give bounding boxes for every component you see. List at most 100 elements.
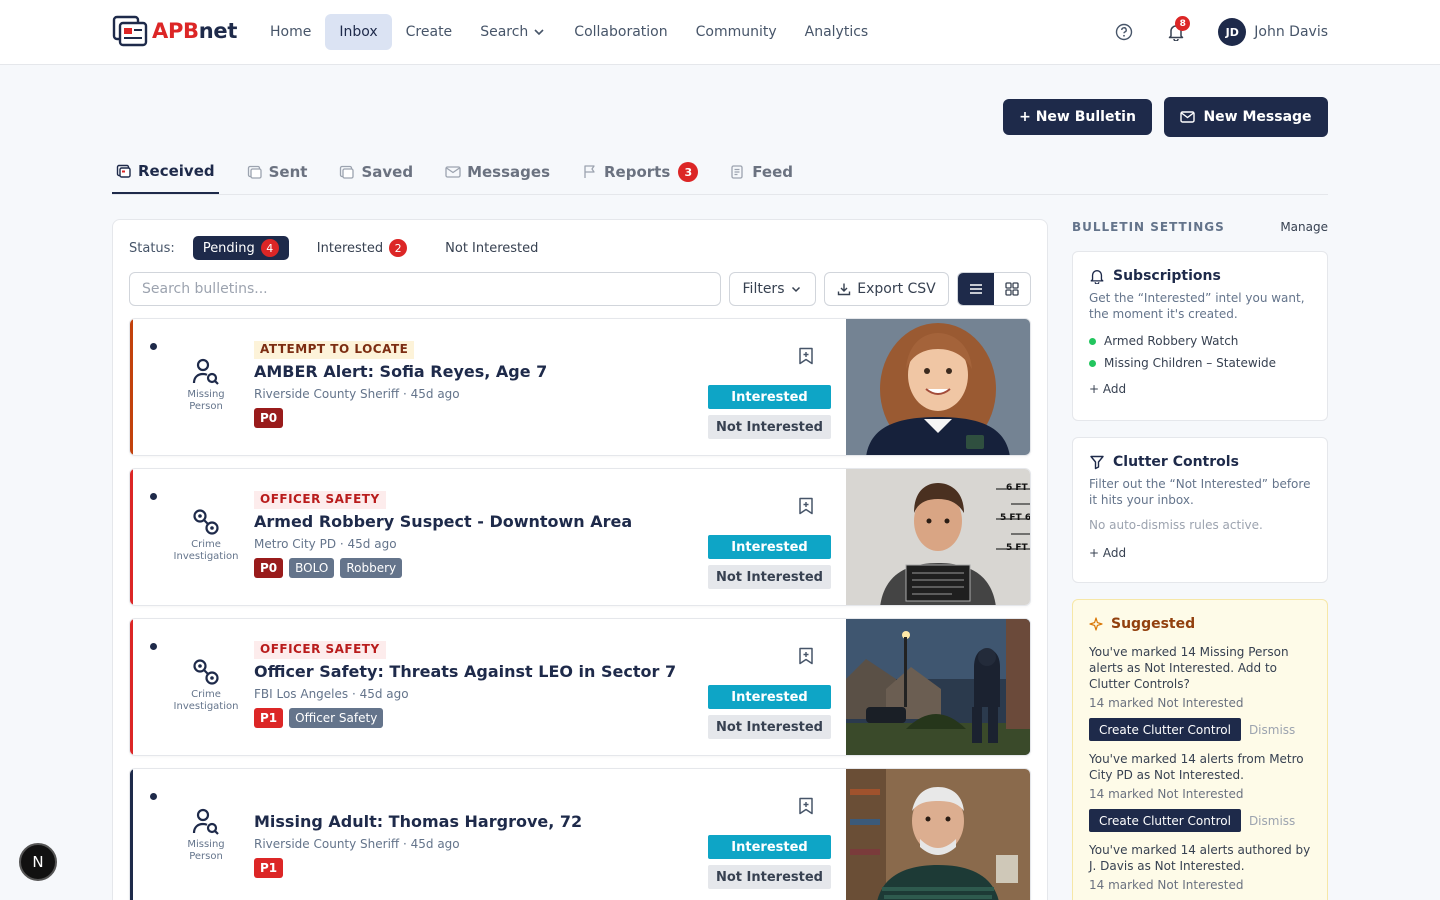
unread-indicator [150, 793, 157, 800]
filters-label: Filters [742, 281, 785, 297]
bulletin-title[interactable]: AMBER Alert: Sofia Reyes, Age 7 [254, 362, 547, 381]
new-bulletin-button[interactable]: + New Bulletin [1003, 99, 1152, 135]
priority-tag: P1 [254, 858, 284, 878]
missing-person-icon [192, 808, 219, 835]
bulletin-title[interactable]: Missing Adult: Thomas Hargrove, 72 [254, 812, 582, 831]
tab-saved-label: Saved [361, 163, 414, 181]
tab-reports[interactable]: Reports 3 [578, 150, 702, 194]
bookmark-button[interactable] [798, 347, 814, 369]
missing-person-icon [192, 358, 219, 385]
create-clutter-control-button[interactable]: Create Clutter Control [1089, 809, 1241, 832]
tab-received[interactable]: Received [112, 150, 219, 194]
nav-home[interactable]: Home [256, 14, 325, 50]
category-label: Investigation [173, 701, 239, 712]
create-clutter-control-button[interactable]: Create Clutter Control [1089, 718, 1241, 741]
help-icon [1116, 23, 1133, 41]
bookmark-button[interactable] [798, 797, 814, 819]
new-message-button[interactable]: New Message [1164, 97, 1328, 137]
list-view-button[interactable] [958, 273, 994, 305]
status-interested[interactable]: Interested 2 [307, 236, 417, 260]
priority-tag: P0 [254, 558, 284, 578]
tag: BOLO [289, 558, 335, 578]
suggestion-text: You've marked 14 alerts from Metro City … [1089, 752, 1304, 782]
nav-create[interactable]: Create [392, 14, 467, 50]
search-input[interactable] [129, 272, 721, 306]
not-interested-button[interactable]: Not Interested [708, 565, 831, 589]
bulletin-card[interactable]: Crime Investigation OFFICER SAFETY Offic… [129, 618, 1031, 756]
main-nav: Home Inbox Create Search Collaboration C… [256, 14, 882, 50]
clutter-controls-desc: Filter out the “Not Interested” before i… [1089, 477, 1311, 507]
status-pending[interactable]: Pending 4 [192, 236, 289, 260]
add-subscription-button[interactable]: + Add [1089, 382, 1311, 396]
tab-received-label: Received [138, 162, 215, 180]
crime-investigation-icon [193, 509, 219, 535]
bulletin-photo[interactable]: 6 FT 5 FT 6 5 FT [846, 469, 1030, 605]
manage-link[interactable]: Manage [1280, 220, 1328, 234]
suggested-title-label: Suggested [1111, 616, 1196, 632]
category: Missing Person [170, 357, 242, 413]
tab-feed[interactable]: Feed [726, 150, 797, 194]
chevron-down-icon [792, 286, 801, 293]
subscription-item[interactable]: Missing Children – Statewide [1089, 356, 1311, 370]
interested-button[interactable]: Interested [708, 385, 831, 409]
category-label: Person [189, 401, 223, 412]
bookmark-button[interactable] [798, 647, 814, 669]
flag-icon [584, 165, 595, 178]
user-menu[interactable]: JD John Davis [1218, 18, 1328, 46]
suggestion-actions: Create Clutter Control Dismiss [1089, 809, 1311, 832]
interested-count-badge: 2 [389, 239, 408, 257]
help-button[interactable] [1108, 16, 1140, 48]
bulletin-title[interactable]: Armed Robbery Suspect - Downtown Area [254, 512, 632, 531]
grid-view-button[interactable] [994, 273, 1030, 305]
add-clutter-rule-button[interactable]: + Add [1089, 546, 1311, 560]
bulletin-card[interactable]: Missing Person ATTEMPT TO LOCATE AMBER A… [129, 318, 1031, 456]
bulletin-card[interactable]: Crime Investigation OFFICER SAFETY Armed… [129, 468, 1031, 606]
dismiss-button[interactable]: Dismiss [1249, 814, 1295, 828]
category: Crime Investigation [170, 507, 242, 563]
export-csv-button[interactable]: Export CSV [824, 272, 949, 306]
nav-collaboration[interactable]: Collaboration [560, 14, 681, 50]
tab-messages-label: Messages [467, 163, 550, 181]
nav-search[interactable]: Search [466, 14, 560, 50]
status-not-interested[interactable]: Not Interested [435, 236, 548, 260]
interested-button[interactable]: Interested [708, 685, 831, 709]
not-interested-button[interactable]: Not Interested [708, 865, 831, 889]
suggestion-sub: 14 marked Not Interested [1089, 787, 1244, 801]
suggestion-sub: 14 marked Not Interested [1089, 696, 1244, 710]
filters-button[interactable]: Filters [729, 272, 816, 306]
tags: P0 BOLO Robbery [254, 558, 632, 578]
app-logo[interactable]: APBnet [112, 14, 237, 48]
bulletin-meta: Riverside County Sheriff · 45d ago [254, 387, 460, 401]
bulletin-photo[interactable] [846, 319, 1030, 455]
subscriptions-title: Subscriptions [1089, 268, 1311, 284]
tab-saved[interactable]: Saved [335, 150, 417, 194]
tab-messages[interactable]: Messages [441, 150, 554, 194]
nav-analytics[interactable]: Analytics [791, 14, 883, 50]
not-interested-button[interactable]: Not Interested [708, 715, 831, 739]
bulletin-title[interactable]: Officer Safety: Threats Against LEO in S… [254, 662, 676, 681]
top-navbar: APBnet Home Inbox Create Search Collabor… [0, 0, 1440, 65]
dev-tools-badge[interactable]: N [19, 843, 57, 881]
interested-button[interactable]: Interested [708, 835, 831, 859]
notifications-button[interactable]: 8 [1160, 16, 1192, 48]
bulletin-card[interactable]: Missing Person Missing Adult: Thomas Har… [129, 768, 1031, 900]
tab-sent-label: Sent [268, 163, 308, 181]
status-filter: Status: Pending 4 Interested 2 Not Inter… [129, 236, 548, 260]
nav-community[interactable]: Community [682, 14, 791, 50]
card-body: OFFICER SAFETY Officer Safety: Threats A… [254, 641, 676, 728]
subscription-item[interactable]: Armed Robbery Watch [1089, 334, 1311, 348]
bookmark-button[interactable] [798, 497, 814, 519]
suggested-card: Suggested You've marked 14 Missing Perso… [1072, 599, 1328, 900]
bulletin-photo[interactable] [846, 769, 1030, 900]
bulletin-photo[interactable] [846, 619, 1030, 755]
subscription-label: Armed Robbery Watch [1104, 334, 1239, 348]
tab-sent[interactable]: Sent [243, 150, 312, 194]
dismiss-button[interactable]: Dismiss [1249, 723, 1295, 737]
sidebar-header: BULLETIN SETTINGS Manage [1072, 219, 1328, 235]
category: Crime Investigation [170, 657, 242, 713]
not-interested-button[interactable]: Not Interested [708, 415, 831, 439]
interested-button[interactable]: Interested [708, 535, 831, 559]
active-indicator [1089, 337, 1096, 345]
subscriptions-title-label: Subscriptions [1113, 268, 1221, 284]
nav-inbox[interactable]: Inbox [325, 14, 392, 50]
